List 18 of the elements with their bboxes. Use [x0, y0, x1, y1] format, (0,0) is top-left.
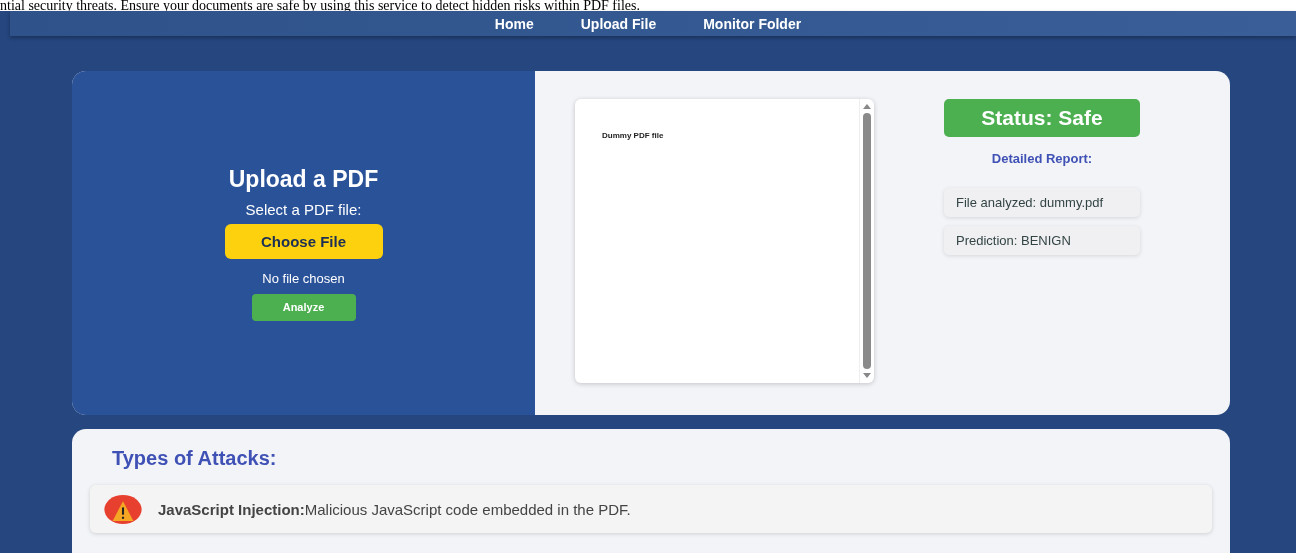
nav-link[interactable]: Upload File — [580, 15, 657, 32]
select-label: Select a PDF file: — [245, 200, 362, 218]
warning-icon — [104, 494, 142, 524]
file-status: No file chosen — [262, 270, 345, 286]
attack-description: JavaScript Injection:Malicious JavaScript code embedded in the PDF. — [158, 500, 631, 518]
nav-link[interactable]: Monitor Folder — [703, 15, 802, 32]
report-item: Prediction: BENIGN — [944, 226, 1140, 255]
attacks-title: Types of Attacks: — [112, 447, 278, 470]
choose-file-button[interactable]: Choose File — [224, 223, 383, 259]
scrollbar[interactable] — [859, 99, 874, 383]
pdf-page-text: Dummy PDF file — [602, 131, 664, 140]
scroll-down-icon[interactable] — [863, 373, 871, 378]
nav-link[interactable]: Home — [494, 15, 534, 32]
upload-title: Upload a PDF — [228, 165, 379, 193]
status-badge: Status: Safe — [944, 99, 1140, 137]
scroll-up-icon[interactable] — [863, 104, 871, 109]
report-item: File analyzed: dummy.pdf — [944, 188, 1140, 217]
report-title: Detailed Report: — [991, 151, 1093, 166]
